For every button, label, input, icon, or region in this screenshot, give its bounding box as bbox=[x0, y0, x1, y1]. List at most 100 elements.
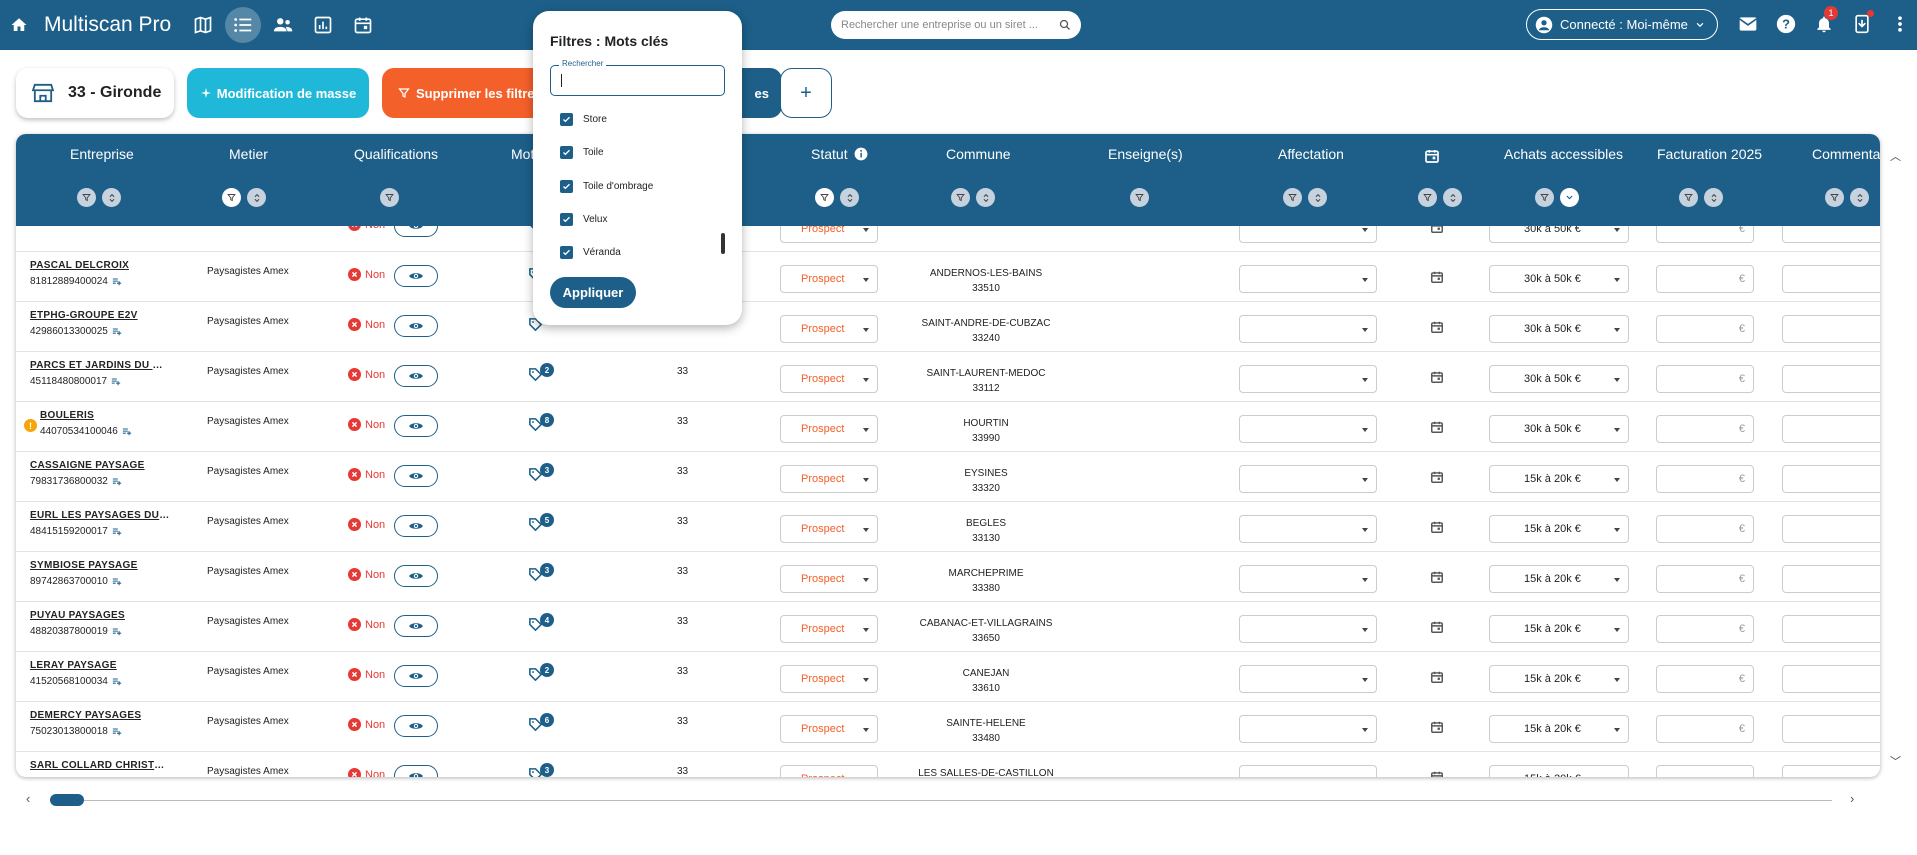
calendar-icon[interactable] bbox=[1430, 226, 1444, 234]
facturation-input[interactable]: € bbox=[1656, 465, 1754, 493]
table-row[interactable]: SARL COLLARD CHRISTOP... Paysagistes Amex… bbox=[16, 752, 1880, 777]
calendar-icon[interactable] bbox=[1430, 270, 1444, 284]
company-name-link[interactable]: PUYAU PAYSAGES bbox=[30, 610, 125, 621]
status-select[interactable]: Prospect bbox=[780, 226, 878, 243]
sort-icon[interactable] bbox=[1850, 188, 1869, 207]
comment-input[interactable] bbox=[1782, 465, 1880, 493]
sort-icon[interactable] bbox=[247, 188, 266, 207]
view-button[interactable] bbox=[394, 715, 438, 737]
col-achats[interactable]: Achats accessibles bbox=[1504, 146, 1623, 162]
calendar-icon[interactable] bbox=[1430, 470, 1444, 484]
table-row[interactable]: PUYAU PAYSAGES 48820387800019 Paysagistes … bbox=[16, 602, 1880, 652]
phone-download-icon[interactable] bbox=[1848, 10, 1876, 38]
facturation-input[interactable]: € bbox=[1656, 265, 1754, 293]
comment-input[interactable] bbox=[1782, 515, 1880, 543]
apply-button[interactable]: Appliquer bbox=[550, 277, 636, 308]
filter-icon[interactable] bbox=[1130, 188, 1149, 207]
achats-select[interactable]: 15k à 20k € bbox=[1489, 465, 1629, 493]
filter-icon[interactable] bbox=[1535, 188, 1554, 207]
playlist-add-icon[interactable] bbox=[111, 377, 121, 386]
facturation-input[interactable]: € bbox=[1656, 315, 1754, 343]
status-select[interactable]: Prospect bbox=[780, 615, 878, 643]
status-select[interactable]: Prospect bbox=[780, 415, 878, 443]
mail-icon[interactable] bbox=[1734, 10, 1762, 38]
affectation-select[interactable] bbox=[1239, 365, 1377, 393]
company-name-link[interactable]: EURL LES PAYSAGES DU S... bbox=[30, 510, 170, 521]
facturation-input[interactable]: € bbox=[1656, 515, 1754, 543]
filter-option[interactable]: Toile d'ombrage bbox=[560, 180, 653, 193]
facturation-input[interactable]: € bbox=[1656, 665, 1754, 693]
playlist-add-icon[interactable] bbox=[112, 577, 122, 586]
col-statut-header[interactable]: Statut bbox=[811, 146, 868, 162]
bell-icon[interactable]: 1 bbox=[1810, 6, 1838, 38]
table-row[interactable]: PARCS ET JARDINS DU ME... 45118480800017 P… bbox=[16, 352, 1880, 402]
table-row[interactable]: LERAY PAYSAGE 41520568100034 Paysagistes A… bbox=[16, 652, 1880, 702]
calendar-icon[interactable] bbox=[1430, 370, 1444, 384]
view-button[interactable] bbox=[394, 565, 438, 587]
comment-input[interactable] bbox=[1782, 226, 1880, 243]
facturation-input[interactable] bbox=[1656, 765, 1754, 777]
view-button[interactable] bbox=[394, 415, 438, 437]
filter-option[interactable]: Velux bbox=[560, 213, 607, 226]
affectation-select[interactable] bbox=[1239, 465, 1377, 493]
mass-edit-button[interactable]: Modification de masse bbox=[187, 68, 369, 118]
sort-desc-icon[interactable] bbox=[1560, 188, 1579, 207]
table-row[interactable]: SYMBIOSE PAYSAGE 89742863700010 Paysagiste… bbox=[16, 552, 1880, 602]
calendar-icon[interactable] bbox=[1430, 670, 1444, 684]
calendar-icon[interactable] bbox=[1430, 320, 1444, 334]
comment-input[interactable] bbox=[1782, 615, 1880, 643]
playlist-add-icon[interactable] bbox=[34, 776, 44, 777]
chart-icon[interactable] bbox=[305, 7, 341, 43]
achats-select[interactable]: 15k à 20k € bbox=[1489, 565, 1629, 593]
status-select[interactable]: Prospect bbox=[780, 715, 878, 743]
comment-input[interactable] bbox=[1782, 665, 1880, 693]
sort-icon[interactable] bbox=[1443, 188, 1462, 207]
table-row[interactable]: 82889105100017NonProspect3336030k à 50k … bbox=[16, 226, 1880, 252]
scroll-down-icon[interactable]: ﹀ bbox=[1890, 753, 1901, 769]
playlist-add-icon[interactable] bbox=[112, 627, 122, 636]
status-select[interactable]: Prospect bbox=[780, 515, 878, 543]
filter-icon[interactable] bbox=[1418, 188, 1437, 207]
more-vert-icon[interactable] bbox=[1886, 10, 1914, 38]
filter-icon[interactable] bbox=[222, 188, 241, 207]
affectation-select[interactable] bbox=[1239, 615, 1377, 643]
people-icon[interactable] bbox=[265, 7, 301, 43]
scroll-thumb[interactable] bbox=[50, 794, 84, 806]
achats-select[interactable]: 30k à 50k € bbox=[1489, 265, 1629, 293]
calendar-icon[interactable] bbox=[345, 7, 381, 43]
achats-select[interactable]: 15k à 20k € bbox=[1489, 615, 1629, 643]
table-row[interactable]: CASSAIGNE PAYSAGE 79831736800032 Paysagist… bbox=[16, 452, 1880, 502]
playlist-add-icon[interactable] bbox=[112, 527, 122, 536]
facturation-input[interactable]: € bbox=[1656, 226, 1754, 243]
company-name-link[interactable]: PASCAL DELCROIX bbox=[30, 260, 129, 271]
company-name-link[interactable]: DEMERCY PAYSAGES bbox=[30, 710, 141, 721]
achats-select[interactable]: 30k à 50k € bbox=[1489, 415, 1629, 443]
comment-input[interactable] bbox=[1782, 565, 1880, 593]
col-entreprise[interactable]: Entreprise bbox=[70, 146, 134, 162]
add-button[interactable]: + bbox=[780, 68, 832, 118]
list-icon[interactable] bbox=[225, 7, 262, 43]
horizontal-scrollbar[interactable]: ‹ › bbox=[26, 791, 1866, 807]
sort-icon[interactable] bbox=[840, 188, 859, 207]
calendar-icon[interactable] bbox=[1430, 620, 1444, 634]
sort-icon[interactable] bbox=[1704, 188, 1723, 207]
checkbox-checked-icon[interactable] bbox=[560, 113, 573, 126]
achats-select[interactable]: 15k à 20k € bbox=[1489, 665, 1629, 693]
comment-input[interactable] bbox=[1782, 265, 1880, 293]
scroll-right-icon[interactable]: › bbox=[1850, 791, 1854, 806]
achats-select[interactable]: 30k à 50k € bbox=[1489, 226, 1629, 243]
checkbox-checked-icon[interactable] bbox=[560, 213, 573, 226]
affectation-select[interactable] bbox=[1239, 715, 1377, 743]
facturation-input[interactable]: € bbox=[1656, 415, 1754, 443]
account-button[interactable]: Connecté : Moi-même bbox=[1526, 9, 1718, 40]
calendar-icon[interactable] bbox=[1430, 420, 1444, 434]
view-button[interactable] bbox=[394, 315, 438, 337]
comment-input[interactable] bbox=[1782, 415, 1880, 443]
col-commentaire[interactable]: Commentaire bbox=[1812, 146, 1880, 162]
filter-icon[interactable] bbox=[1283, 188, 1302, 207]
info-icon[interactable] bbox=[854, 147, 868, 161]
affectation-select[interactable] bbox=[1239, 265, 1377, 293]
sort-icon[interactable] bbox=[102, 188, 121, 207]
col-commune[interactable]: Commune bbox=[946, 146, 1011, 162]
company-name-link[interactable]: SYMBIOSE PAYSAGE bbox=[30, 560, 138, 571]
